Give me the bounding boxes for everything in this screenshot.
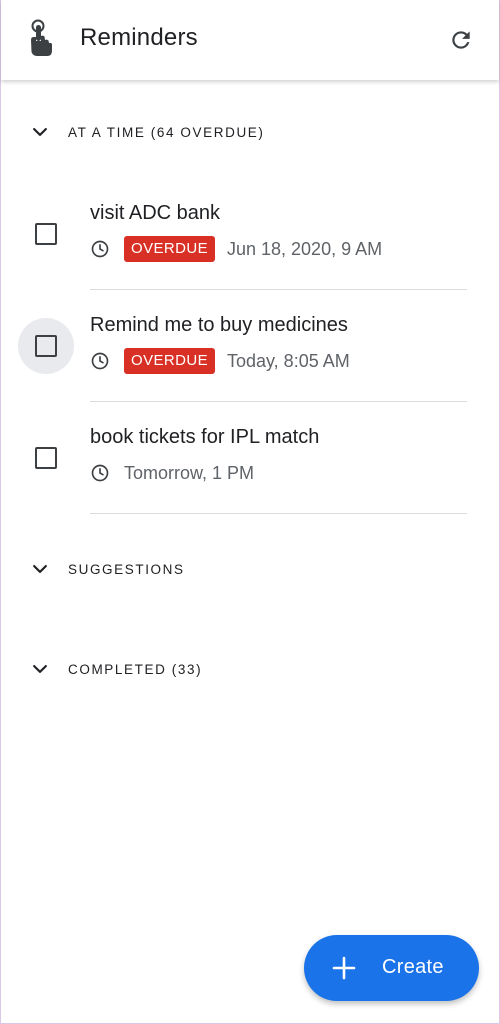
chevron-down-icon: [33, 665, 47, 673]
clock-icon: [91, 464, 109, 482]
app-bar: Reminders: [1, 0, 499, 80]
reminder-meta: OVERDUE Today, 8:05 AM: [90, 347, 350, 375]
reminder-item[interactable]: Remind me to buy medicines OVERDUE Today…: [1, 290, 499, 402]
reminder-checkbox-wrap[interactable]: [18, 430, 74, 486]
reminder-checkbox[interactable]: [35, 223, 57, 245]
chevron-down-icon: [33, 565, 47, 573]
divider: [90, 513, 467, 514]
page-title: Reminders: [80, 24, 198, 51]
section-label: SUGGESTIONS: [68, 561, 185, 577]
reminder-meta: OVERDUE Jun 18, 2020, 9 AM: [90, 235, 382, 263]
reminder-checkbox[interactable]: [35, 335, 57, 357]
section-suggestions[interactable]: SUGGESTIONS: [1, 549, 499, 589]
hand-pointer-icon: [31, 19, 52, 56]
reminder-title: book tickets for IPL match: [90, 426, 320, 448]
section-label: COMPLETED (33): [68, 661, 203, 677]
reminder-meta: Tomorrow, 1 PM: [90, 459, 254, 487]
reminder-checkbox-wrap[interactable]: [18, 206, 74, 262]
reminder-time: Tomorrow, 1 PM: [124, 462, 255, 483]
reminder-time: Jun 18, 2020, 9 AM: [226, 238, 383, 259]
create-button-label: Create: [382, 956, 444, 978]
overdue-badge: OVERDUE: [124, 348, 215, 374]
clock-icon: [91, 240, 109, 258]
overdue-badge: OVERDUE: [124, 236, 215, 262]
create-button[interactable]: Create: [304, 935, 479, 1001]
section-completed[interactable]: COMPLETED (33): [1, 649, 499, 689]
refresh-icon: [452, 31, 470, 49]
reminder-item[interactable]: visit ADC bank OVERDUE Jun 18, 2020, 9 A…: [1, 178, 499, 290]
plus-icon: [332, 956, 356, 980]
reminder-time: Today, 8:05 AM: [226, 350, 350, 371]
reminder-item[interactable]: book tickets for IPL match Tomorrow, 1 P…: [1, 402, 499, 514]
reminder-checkbox-wrap[interactable]: [18, 318, 74, 374]
reminder-title: visit ADC bank: [90, 202, 221, 224]
chevron-down-icon: [33, 128, 47, 136]
app-screen: Reminders AT A TIME (64 OVERDUE) visit A…: [0, 0, 500, 1024]
refresh-button[interactable]: [441, 22, 481, 58]
section-at-a-time[interactable]: AT A TIME (64 OVERDUE): [1, 112, 499, 152]
clock-icon: [91, 352, 109, 370]
section-label: AT A TIME (64 OVERDUE): [68, 124, 265, 140]
reminder-checkbox[interactable]: [35, 447, 57, 469]
reminder-title: Remind me to buy medicines: [90, 314, 348, 336]
